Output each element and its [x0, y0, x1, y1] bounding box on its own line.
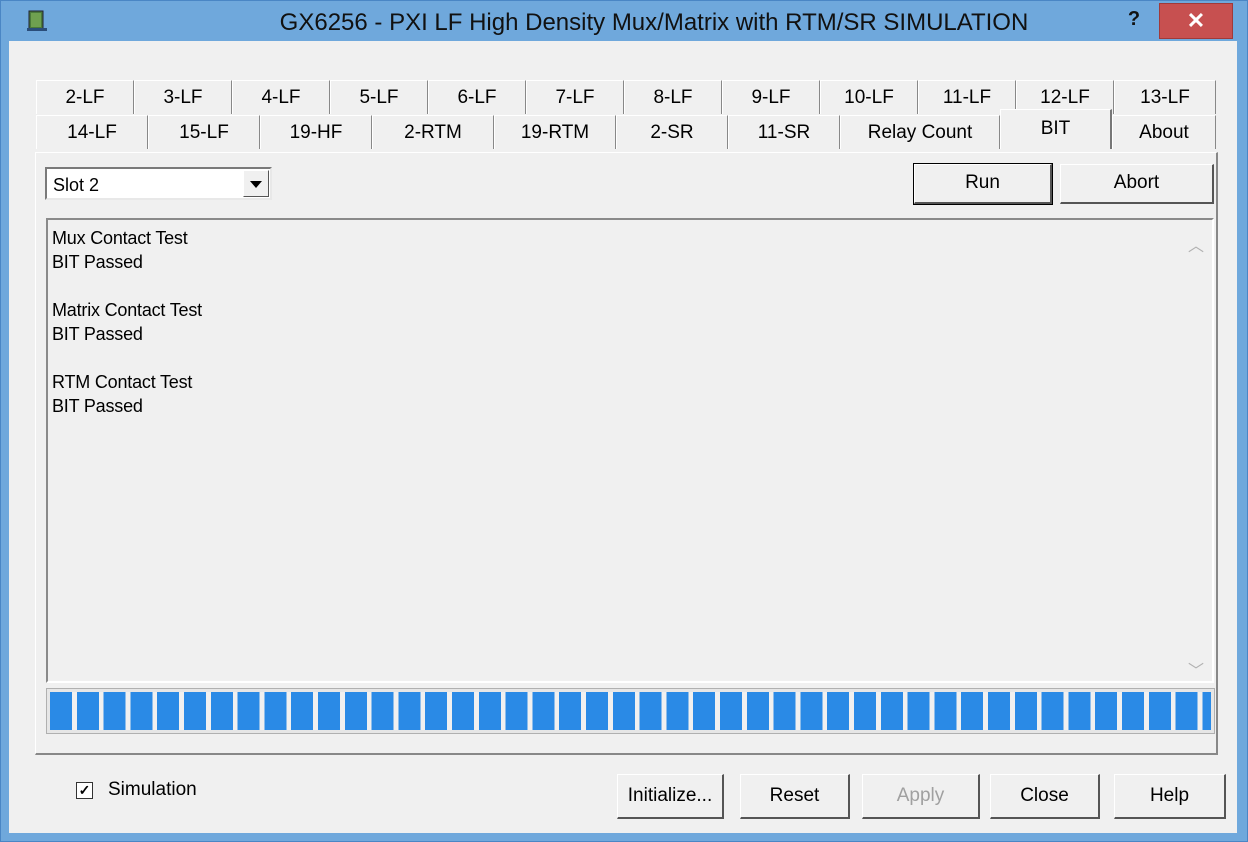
apply-button[interactable]: Apply [862, 774, 980, 819]
tab-15-lf[interactable]: 15-LF [148, 115, 260, 149]
tab-2-lf[interactable]: 2-LF [36, 80, 134, 114]
checkmark-icon: ✓ [78, 782, 91, 798]
output-line: RTM Contact Test [52, 372, 193, 392]
simulation-checkbox[interactable]: ✓ [76, 782, 93, 799]
help-button[interactable]: Help [1114, 774, 1226, 819]
tab-bit[interactable]: BIT [1000, 109, 1112, 149]
tab-7-lf[interactable]: 7-LF [526, 80, 624, 114]
tab-10-lf[interactable]: 10-LF [820, 80, 918, 114]
tab-19-rtm[interactable]: 19-RTM [494, 115, 616, 149]
scroll-up-icon[interactable]: ︿ [1188, 232, 1204, 255]
tab-6-lf[interactable]: 6-LF [428, 80, 526, 114]
tab-14-lf[interactable]: 14-LF [36, 115, 148, 149]
window-title: GX6256 - PXI LF High Density Mux/Matrix … [279, 9, 1029, 36]
tab-4-lf[interactable]: 4-LF [232, 80, 330, 114]
tab-9-lf[interactable]: 9-LF [722, 80, 820, 114]
tab-19-hf[interactable]: 19-HF [260, 115, 372, 149]
tab-3-lf[interactable]: 3-LF [134, 80, 232, 114]
output-line: BIT Passed [52, 324, 143, 344]
tab-2-rtm[interactable]: 2-RTM [372, 115, 494, 149]
output-line: BIT Passed [52, 396, 143, 416]
output-line: Matrix Contact Test [52, 300, 202, 320]
slot-select[interactable]: Slot 2 [45, 167, 272, 200]
close-button[interactable]: Close [990, 774, 1100, 819]
abort-button[interactable]: Abort [1060, 164, 1214, 204]
bit-progress-bar [46, 688, 1215, 734]
tab-5-lf[interactable]: 5-LF [330, 80, 428, 114]
title-bar[interactable]: GX6256 - PXI LF High Density Mux/Matrix … [1, 1, 1247, 41]
tab-relay-count[interactable]: Relay Count [840, 115, 1000, 149]
reset-button[interactable]: Reset [740, 774, 850, 819]
run-button[interactable]: Run [913, 163, 1053, 205]
slot-select-value: Slot 2 [53, 175, 100, 195]
tab-2-sr[interactable]: 2-SR [616, 115, 728, 149]
scroll-down-icon[interactable]: ﹀ [1188, 657, 1204, 680]
progress-fill [50, 692, 1211, 730]
tab-13-lf[interactable]: 13-LF [1114, 80, 1216, 114]
output-line: BIT Passed [52, 252, 143, 272]
output-lines: Mux Contact Test BIT Passed Matrix Contact… [48, 220, 1212, 418]
tab-11-sr[interactable]: 11-SR [728, 115, 840, 149]
initialize-button[interactable]: Initialize... [617, 774, 724, 819]
output-line: Mux Contact Test [52, 228, 188, 248]
help-question-button[interactable]: ? [1119, 5, 1149, 33]
tab-8-lf[interactable]: 8-LF [624, 80, 722, 114]
close-window-button[interactable]: ✕ [1159, 3, 1233, 39]
tab-about[interactable]: About [1112, 115, 1216, 149]
chevron-down-icon[interactable] [243, 170, 269, 197]
bit-output-textbox[interactable]: Mux Contact Test BIT Passed Matrix Contact… [46, 218, 1214, 683]
tab-row-front: 14-LF 15-LF 19-HF 2-RTM 19-RTM 2-SR 11-SR Relay… [36, 109, 1216, 149]
simulation-label: Simulation [108, 779, 197, 800]
